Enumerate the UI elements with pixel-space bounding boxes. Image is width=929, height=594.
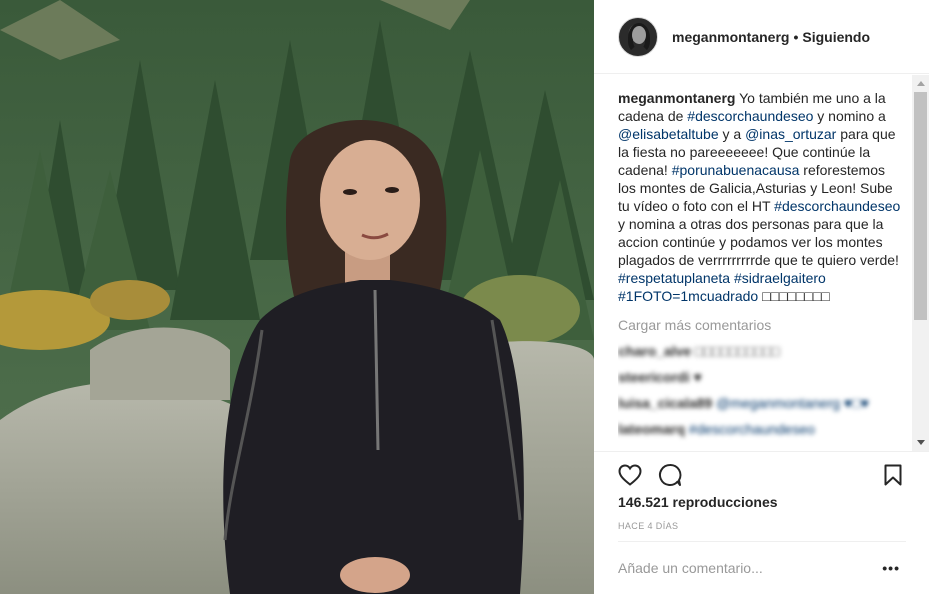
following-button[interactable]: Siguiendo [802, 29, 870, 45]
caption-text-segment: y nomino a [813, 108, 886, 124]
comment-row: luisa_cicala89 @meganmontanerg ♥□♥ [618, 394, 906, 412]
more-options-icon[interactable]: ••• [882, 560, 900, 576]
comment-text: ♥ [689, 369, 702, 385]
comment-text: #descorchaundeseo [684, 421, 815, 437]
post-video-frame [0, 0, 594, 594]
caption-username[interactable]: meganmontanerg [618, 90, 735, 106]
comment-row: charo_alve □□□□□□□□□□ [618, 342, 906, 360]
caption-text-segment: □□□□□□□□ [758, 288, 830, 304]
comment-username[interactable]: charo_alve [618, 343, 691, 359]
header-separator: • [793, 28, 799, 45]
heart-icon[interactable] [618, 464, 642, 491]
avatar[interactable] [618, 16, 658, 57]
scrollbar-thumb[interactable] [914, 92, 927, 320]
post-details-panel: meganmontanerg • Siguiendo meganmontaner… [594, 0, 929, 594]
comments-scrollbar[interactable] [912, 75, 929, 451]
caption-hashtag-link[interactable]: @elisabetaltube [618, 126, 719, 142]
comments-list[interactable]: meganmontanerg Yo también me uno a la ca… [618, 75, 906, 451]
caption-hashtag-link[interactable]: #respetatuplaneta [618, 270, 730, 286]
caption-text-segment: y nomina a otras dos personas para que l… [618, 216, 899, 268]
caption-hashtag-link[interactable]: #descorchaundeseo [687, 108, 813, 124]
load-more-comments-button[interactable]: Cargar más comentarios [618, 316, 906, 334]
comment-username[interactable]: lateomarq [618, 421, 685, 437]
caption-hashtag-link[interactable]: @inas_ortuzar [745, 126, 836, 142]
post-video[interactable] [0, 0, 594, 594]
view-count[interactable]: 146.521 reproducciones [618, 494, 778, 510]
comment-text: □□□□□□□□□□ [691, 343, 780, 359]
caption-hashtag-link[interactable]: #sidraelgaitero [734, 270, 826, 286]
scroll-up-arrow-icon[interactable] [917, 81, 925, 86]
caption-text-segment: y a [718, 126, 746, 142]
header-username[interactable]: meganmontanerg [672, 29, 789, 45]
add-comment-bar: ••• [618, 541, 906, 594]
comment-row: steericordi ♥ [618, 368, 906, 386]
post-actions: 146.521 reproducciones HACE 4 DÍAS [594, 451, 929, 531]
caption-hashtag-link[interactable]: #descorchaundeseo [774, 198, 900, 214]
caption-hashtag-link[interactable]: #porunabuenacausa [672, 162, 800, 178]
post-timestamp[interactable]: HACE 4 DÍAS [618, 521, 678, 531]
comment-username[interactable]: steericordi [618, 369, 690, 385]
caption-hashtag-link[interactable]: #1FOTO=1mcuadrado [618, 288, 758, 304]
comment-text: @meganmontanerg ♥□♥ [712, 395, 869, 411]
comment-username[interactable]: luisa_cicala89 [618, 395, 712, 411]
add-comment-input[interactable] [618, 560, 868, 576]
post-caption: meganmontanerg Yo también me uno a la ca… [618, 75, 906, 305]
caption-text: Yo también me uno a la cadena de #descor… [618, 90, 900, 304]
bookmark-icon[interactable] [884, 464, 902, 491]
scroll-down-arrow-icon[interactable] [917, 440, 925, 445]
post-header: meganmontanerg • Siguiendo [594, 0, 929, 74]
comment-bubble-icon[interactable] [658, 463, 682, 492]
comment-row: lateomarq #descorchaundeseo [618, 420, 906, 438]
